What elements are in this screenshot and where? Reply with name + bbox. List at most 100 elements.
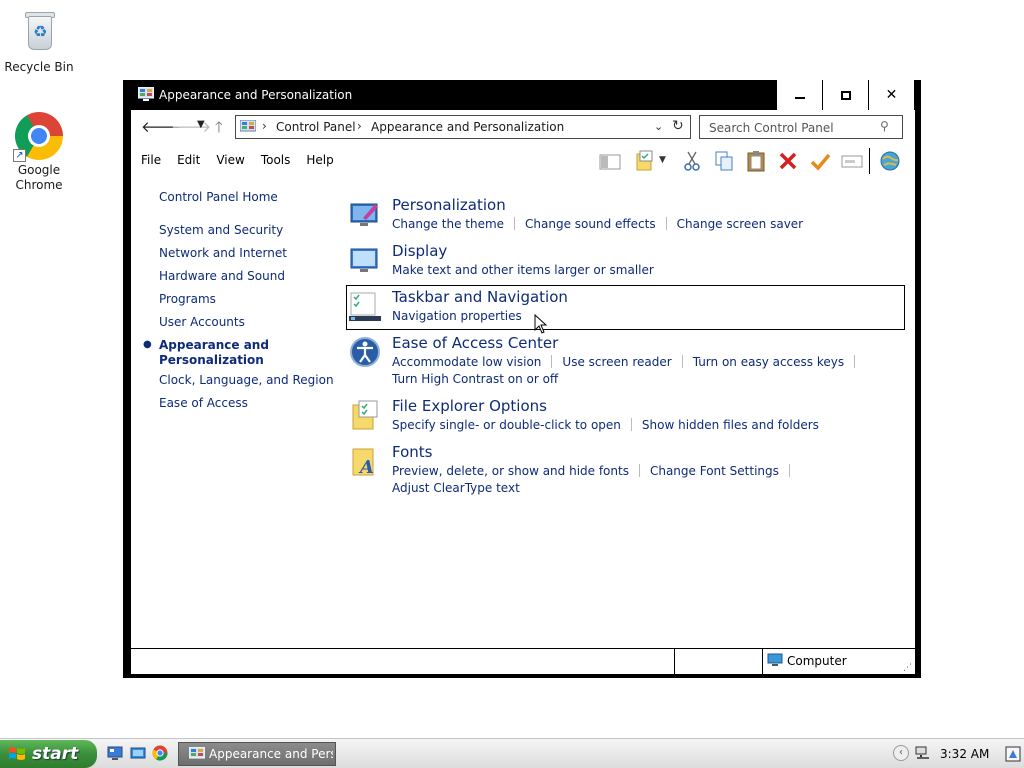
- safely-remove-hardware-icon[interactable]: [1005, 746, 1021, 762]
- link-change-screen-saver[interactable]: Change screen saver: [677, 217, 804, 231]
- category-links: Navigation properties: [392, 308, 892, 325]
- link-separator: [788, 464, 790, 477]
- link-adjust-cleartype[interactable]: Adjust ClearType text: [392, 481, 520, 495]
- link-accommodate-low-vision[interactable]: Accommodate low vision: [392, 355, 541, 369]
- link-change-theme[interactable]: Change the theme: [392, 217, 504, 231]
- desktop-icon-google-chrome[interactable]: ↗ Google Chrome: [1, 112, 77, 193]
- system-tray: ‹ 3:32 AM: [893, 741, 1024, 767]
- display-icon: [350, 248, 378, 272]
- personalization-icon: [350, 203, 378, 226]
- rename-icon[interactable]: [841, 150, 863, 172]
- menu-tools[interactable]: Tools: [261, 153, 291, 173]
- close-button[interactable]: ✕: [868, 80, 914, 110]
- search-box[interactable]: Search Control Panel ⚲: [699, 115, 903, 139]
- forward-arrow-icon[interactable]: 🡒: [171, 117, 211, 136]
- link-separator: [551, 355, 553, 368]
- nav-programs[interactable]: Programs: [159, 292, 216, 306]
- link-make-text-larger[interactable]: Make text and other items larger or smal…: [392, 263, 654, 277]
- start-button[interactable]: start: [0, 740, 97, 768]
- window-title: Appearance and Personalization: [159, 88, 353, 102]
- category-fonts: A Fonts Preview, delete, or show and hid…: [345, 443, 905, 495]
- category-taskbar-and-navigation: Taskbar and Navigation Navigation proper…: [345, 288, 905, 328]
- maximize-button[interactable]: [822, 80, 868, 110]
- status-bar: Computer ⋰: [131, 648, 915, 674]
- window-switcher-icon[interactable]: [130, 745, 146, 761]
- desktop-icon-recycle-bin[interactable]: Recycle Bin: [1, 8, 77, 75]
- status-segment: [131, 649, 675, 674]
- control-panel-icon: [138, 87, 154, 101]
- refresh-icon[interactable]: ↻: [672, 118, 684, 134]
- breadcrumb-separator[interactable]: ›: [357, 119, 362, 133]
- nav-appearance-and-personalization[interactable]: Appearance and Personalization: [159, 338, 279, 368]
- link-use-screen-reader[interactable]: Use screen reader: [562, 355, 671, 369]
- category-title[interactable]: Fonts: [392, 443, 432, 461]
- chrome-icon: ↗: [13, 112, 63, 162]
- mouse-cursor-icon: [534, 314, 548, 334]
- category-personalization: Personalization Change the theme Change s…: [345, 196, 905, 236]
- window-client-area: 🡐 🡒 ▼ 🡑 › Control Panel › Appearance and…: [131, 110, 915, 674]
- category-title[interactable]: Ease of Access Center: [392, 334, 558, 352]
- tray-expand-icon[interactable]: ‹: [893, 745, 909, 761]
- search-placeholder: Search Control Panel: [709, 121, 834, 135]
- nav-network-and-internet[interactable]: Network and Internet: [159, 246, 287, 260]
- link-change-sound-effects[interactable]: Change sound effects: [525, 217, 656, 231]
- preview-pane-icon[interactable]: [599, 150, 621, 172]
- folder-options-dropdown-icon[interactable]: ▼: [659, 155, 681, 177]
- resize-grip-icon[interactable]: ⋰: [903, 663, 912, 673]
- category-links: Preview, delete, or show and hide fonts C…: [392, 463, 892, 497]
- globe-icon[interactable]: [879, 150, 901, 172]
- category-title[interactable]: Display: [392, 242, 447, 260]
- address-bar[interactable]: › Control Panel › Appearance and Persona…: [235, 115, 691, 139]
- clock[interactable]: 3:32 AM: [940, 747, 989, 761]
- start-label: start: [32, 744, 79, 764]
- link-separator: [681, 355, 683, 368]
- paste-icon[interactable]: [745, 150, 767, 172]
- taskbar-window-button[interactable]: Appearance and Perso...: [178, 742, 336, 766]
- link-separator: [638, 464, 640, 477]
- copy-icon[interactable]: [713, 150, 735, 172]
- nav-control-panel-home[interactable]: Control Panel Home: [159, 190, 278, 204]
- breadcrumb-appearance[interactable]: Appearance and Personalization: [371, 120, 564, 134]
- nav-clock-language-region[interactable]: Clock, Language, and Region: [159, 373, 334, 387]
- nav-ease-of-access[interactable]: Ease of Access: [159, 396, 248, 410]
- network-icon[interactable]: [915, 746, 931, 760]
- link-show-hidden-files[interactable]: Show hidden files and folders: [642, 418, 819, 432]
- link-separator: [514, 217, 516, 230]
- status-segment: [675, 649, 763, 674]
- minimize-button[interactable]: [776, 80, 822, 110]
- folder-options-icon[interactable]: [635, 150, 657, 172]
- cut-icon[interactable]: [681, 150, 703, 172]
- title-bar[interactable]: Appearance and Personalization ✕: [123, 80, 921, 110]
- up-arrow-icon[interactable]: 🡑: [215, 117, 223, 142]
- category-title[interactable]: Taskbar and Navigation: [392, 288, 568, 306]
- address-dropdown-chevron-icon[interactable]: ⌄: [654, 120, 663, 133]
- nav-system-and-security[interactable]: System and Security: [159, 223, 283, 237]
- link-single-double-click[interactable]: Specify single- or double-click to open: [392, 418, 621, 432]
- recent-locations-chevron-icon[interactable]: ▼: [197, 119, 205, 130]
- link-easy-access-keys[interactable]: Turn on easy access keys: [693, 355, 844, 369]
- menu-view[interactable]: View: [216, 153, 244, 173]
- link-change-font-settings[interactable]: Change Font Settings: [650, 464, 779, 478]
- nav-hardware-and-sound[interactable]: Hardware and Sound: [159, 269, 285, 283]
- menu-file[interactable]: File: [141, 153, 161, 173]
- chrome-taskbar-icon[interactable]: [152, 745, 168, 761]
- breadcrumb-control-panel[interactable]: Control Panel: [276, 120, 356, 134]
- category-display: Display Make text and other items larger…: [345, 242, 905, 282]
- control-panel-window: Appearance and Personalization ✕ 🡐 🡒 ▼ 🡑…: [123, 80, 921, 678]
- link-navigation-properties[interactable]: Navigation properties: [392, 309, 522, 323]
- category-title[interactable]: File Explorer Options: [392, 397, 547, 415]
- search-icon[interactable]: ⚲: [880, 119, 889, 133]
- link-high-contrast[interactable]: Turn High Contrast on or off: [392, 372, 558, 386]
- show-desktop-icon[interactable]: [107, 745, 123, 761]
- link-preview-fonts[interactable]: Preview, delete, or show and hide fonts: [392, 464, 629, 478]
- category-title[interactable]: Personalization: [392, 196, 506, 214]
- properties-check-icon[interactable]: [809, 150, 831, 172]
- delete-icon[interactable]: [777, 150, 799, 172]
- nav-user-accounts[interactable]: User Accounts: [159, 315, 245, 329]
- category-links: Specify single- or double-click to open S…: [392, 417, 892, 434]
- breadcrumb-separator[interactable]: ›: [262, 119, 267, 133]
- toolbar-divider: [869, 148, 870, 174]
- fonts-icon: A: [352, 448, 374, 477]
- menu-edit[interactable]: Edit: [177, 153, 200, 173]
- menu-help[interactable]: Help: [306, 153, 333, 173]
